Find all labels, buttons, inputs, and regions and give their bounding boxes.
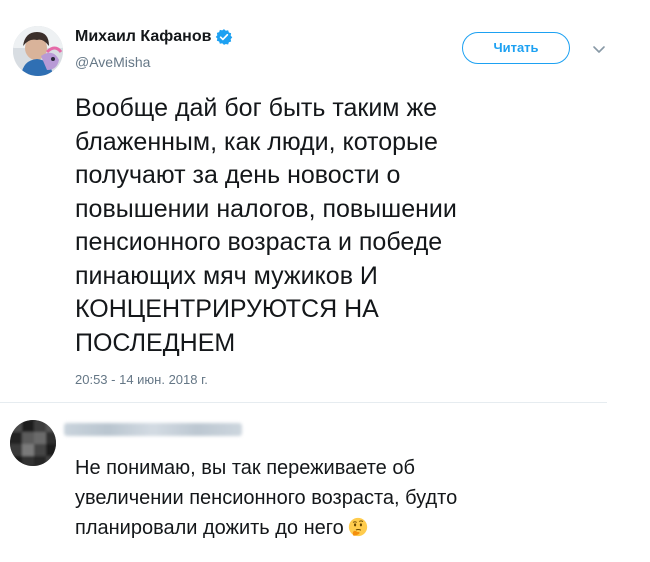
tweet-timestamp[interactable]: 20:53 - 14 июн. 2018 г. — [75, 372, 208, 387]
follow-button[interactable]: Читать — [462, 32, 570, 64]
reply-text: Не понимаю, вы так переживаете об увелич… — [75, 453, 595, 543]
author-avatar[interactable] — [13, 26, 63, 76]
tweet-text: Вообще дай бог быть таким же блаженным, … — [75, 94, 457, 357]
reply-text-content: Не понимаю, вы так переживаете об увелич… — [75, 457, 458, 539]
tweet: Михаил Кафанов @AveMisha Читать Вообще д… — [0, 0, 650, 402]
reply-author-name-redacted — [64, 423, 242, 436]
author-handle[interactable]: @AveMisha — [75, 54, 150, 70]
reply-avatar[interactable] — [10, 420, 56, 466]
chevron-down-icon[interactable] — [592, 42, 606, 53]
reply-tweet: Не понимаю, вы так переживаете об увелич… — [0, 403, 650, 562]
verified-badge-icon — [215, 28, 233, 46]
thinking-face-icon — [348, 516, 368, 537]
author-name-text[interactable]: Михаил Кафанов — [75, 28, 211, 46]
author-name[interactable]: Михаил Кафанов — [75, 28, 233, 46]
